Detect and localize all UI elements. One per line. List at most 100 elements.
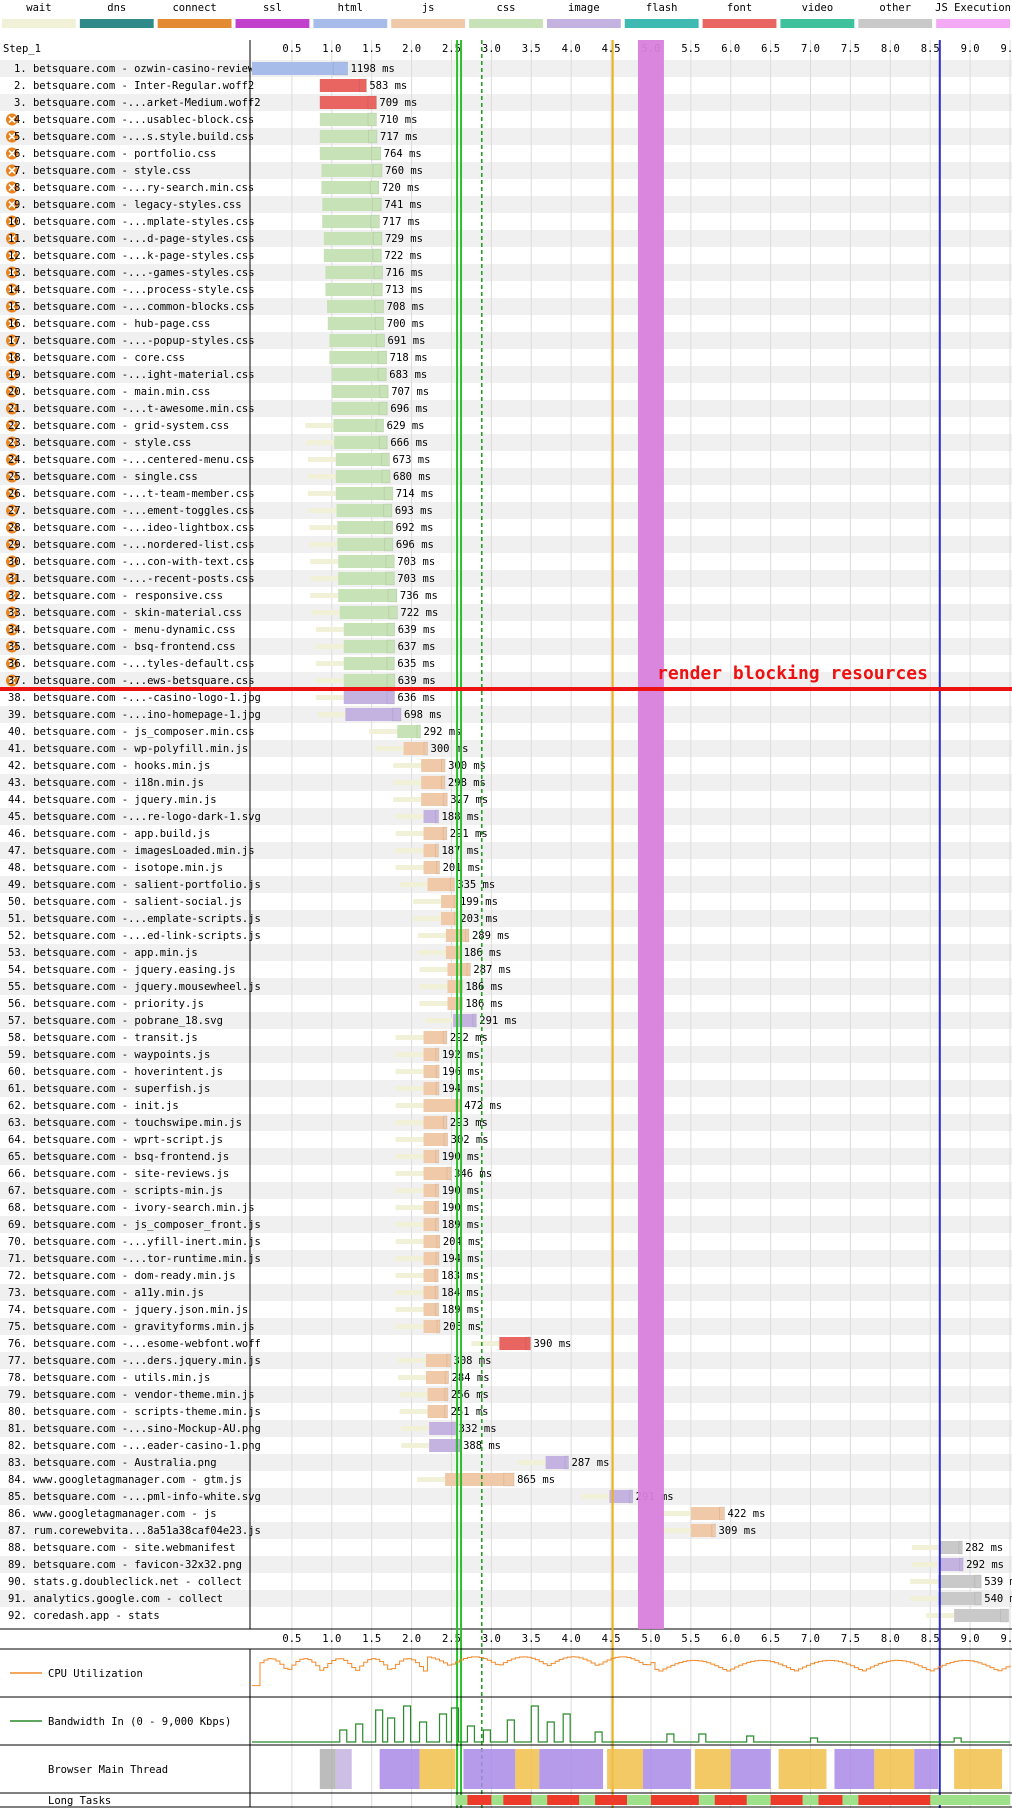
legend-label-css: css: [497, 2, 516, 14]
request-duration: 703 ms: [397, 556, 435, 568]
request-label: 59. betsquare.com - waypoints.js: [8, 1049, 210, 1061]
request-bar-receive: [435, 1047, 440, 1062]
request-wait: [315, 661, 344, 666]
request-wait: [369, 729, 398, 734]
request-wait: [417, 1477, 446, 1482]
request-bar-receive: [435, 1149, 440, 1164]
request-wait: [399, 1392, 428, 1397]
long-task: [858, 1795, 931, 1805]
request-label: 25. betsquare.com - single.css: [8, 471, 198, 483]
request-duration: 639 ms: [398, 624, 436, 636]
long-task: [547, 1795, 580, 1805]
request-duration: 717 ms: [380, 131, 418, 143]
request-duration: 720 ms: [382, 182, 420, 194]
request-label: 57. betsquare.com - pobrane_18.svg: [8, 1015, 223, 1027]
legend-label-video: video: [802, 2, 834, 14]
request-duration: 691 ms: [388, 335, 426, 347]
request-duration: 717 ms: [382, 216, 420, 228]
request-label: 85. betsquare.com -...pml-info-white.svg: [8, 1491, 261, 1503]
request-duration: 390 ms: [533, 1338, 571, 1350]
legend-label-dns: dns: [107, 2, 126, 14]
request-duration: 298 ms: [448, 777, 486, 789]
request-label: 63. betsquare.com - touchswipe.min.js: [8, 1117, 242, 1129]
main-thread-activity: [335, 1749, 352, 1789]
legend-label-wait: wait: [26, 2, 51, 14]
request-label: 69. betsquare.com - js_composer_front.js: [8, 1219, 261, 1231]
request-duration: 332 ms: [459, 1423, 497, 1435]
request-label: 65. betsquare.com - bsq-frontend.js: [8, 1151, 229, 1163]
legend-swatch: [235, 19, 310, 28]
request-duration: 292 ms: [966, 1559, 1004, 1571]
request-bar-receive: [392, 707, 402, 722]
x-tick-bottom: 8.5: [921, 1633, 940, 1645]
request-wait: [315, 644, 344, 649]
main-thread-activity: [642, 1749, 691, 1789]
request-wait: [395, 1290, 424, 1295]
request-bar-receive: [435, 1200, 440, 1215]
request-wait: [393, 780, 422, 785]
request-bar-receive: [718, 1506, 726, 1521]
request-duration: 539 ms: [984, 1576, 1012, 1588]
request-bar-receive: [434, 1285, 439, 1300]
request-label: 70. betsquare.com -...yfill-inert.min.js: [8, 1236, 261, 1248]
request-label: 33. betsquare.com - skin-material.css: [8, 607, 242, 619]
request-duration: 635 ms: [397, 658, 435, 670]
main-thread-activity: [515, 1749, 540, 1789]
request-wait: [395, 1137, 424, 1142]
request-label: 30. betsquare.com -...con-with-text.css: [8, 556, 255, 568]
x-tick-top: 4.5: [602, 43, 621, 55]
request-bar-receive: [423, 741, 429, 756]
request-label: 71. betsquare.com -...tor-runtime.min.js: [8, 1253, 261, 1265]
request-bar-receive: [379, 384, 389, 399]
request-bar-receive: [374, 299, 384, 314]
request-label: 23. betsquare.com - style.css: [8, 437, 191, 449]
request-bar-receive: [434, 1268, 439, 1283]
request-label: 43. betsquare.com - i18n.min.js: [8, 777, 204, 789]
main-thread-activity: [954, 1749, 1003, 1789]
request-duration: 865 ms: [517, 1474, 555, 1486]
request-bar-receive: [383, 520, 394, 535]
main-thread-activity: [834, 1749, 875, 1789]
request-duration: 291 ms: [479, 1015, 517, 1027]
request-wait: [315, 695, 344, 700]
request-duration: 422 ms: [728, 1508, 766, 1520]
request-wait: [310, 576, 339, 581]
request-bar-receive: [375, 333, 386, 348]
request-wait: [399, 882, 428, 887]
request-wait: [398, 1358, 426, 1363]
render-blocking-annotation: render blocking resources: [657, 663, 928, 684]
request-duration: 692 ms: [396, 522, 434, 534]
request-bar-receive: [434, 843, 439, 858]
request-label: 67. betsquare.com - scripts-min.js: [8, 1185, 223, 1197]
request-wait: [419, 984, 448, 989]
request-wait: [413, 899, 442, 904]
request-wait: [311, 610, 340, 615]
request-duration: 700 ms: [387, 318, 425, 330]
request-bar-receive: [711, 1523, 716, 1538]
legend-swatch: [313, 19, 388, 28]
request-bar-receive: [371, 197, 382, 212]
request-bar-receive: [443, 1132, 449, 1147]
request-bar-receive: [435, 1251, 440, 1266]
request-wait: [517, 1460, 546, 1465]
request-bar-receive: [435, 1302, 440, 1317]
request-label: 54. betsquare.com - jquery.easing.js: [8, 964, 236, 976]
request-wait: [395, 1188, 424, 1193]
legend-label-html: html: [338, 2, 363, 14]
x-tick-bottom: 5.5: [681, 1633, 700, 1645]
request-duration: 287 ms: [473, 964, 511, 976]
request-wait: [395, 865, 424, 870]
request-bar-receive: [377, 350, 388, 365]
request-wait: [395, 1307, 424, 1312]
request-wait: [395, 1222, 424, 1227]
request-duration: 1198 ms: [351, 63, 395, 75]
request-wait: [307, 491, 336, 496]
request-label: 61. betsquare.com - superfish.js: [8, 1083, 210, 1095]
request-duration: 680 ms: [393, 471, 431, 483]
request-duration: 346 ms: [454, 1168, 492, 1180]
request-wait: [395, 1324, 424, 1329]
request-wait: [401, 1443, 430, 1448]
request-wait: [393, 797, 422, 802]
request-label: 18. betsquare.com - core.css: [8, 352, 185, 364]
request-duration: 629 ms: [387, 420, 425, 432]
